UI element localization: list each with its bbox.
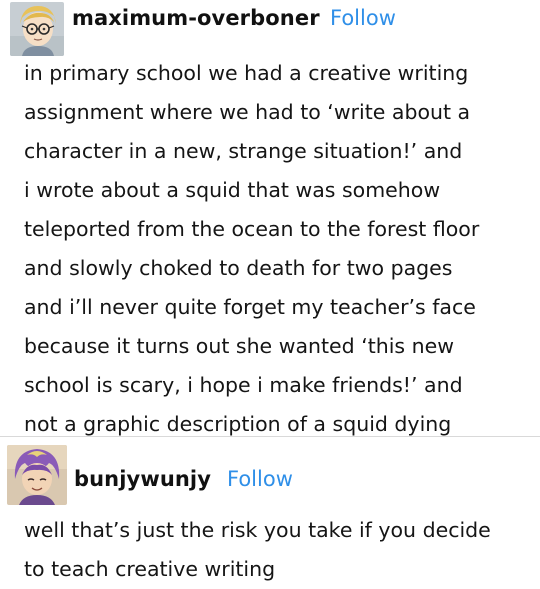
post-text-line: in primary school we had a creative writ…: [24, 61, 469, 85]
post-text-line: teleported from the ocean to the forest …: [24, 217, 480, 241]
post-text-line: because it turns out she wanted ‘this ne…: [24, 334, 454, 358]
follow-button[interactable]: Follow: [227, 467, 293, 491]
post-text-line: well that’s just the risk you take if yo…: [24, 518, 491, 542]
username-link[interactable]: maximum-overboner: [72, 6, 320, 30]
post-text-line: character in a new, strange situation!’ …: [24, 139, 463, 163]
post-text-line: and i’ll never quite forget my teacher’s…: [24, 295, 476, 319]
username-link[interactable]: bunjywunjy: [74, 467, 211, 491]
post-text-line: to teach creative writing: [24, 557, 276, 581]
post-text-line: and slowly choked to death for two pages: [24, 256, 453, 280]
cartoon-purple-hair-character-icon: [7, 445, 67, 505]
post-body: in primary school we had a creative writ…: [24, 54, 534, 444]
avatar-maximum-overboner[interactable]: [10, 2, 64, 56]
avatar-bunjywunjy[interactable]: [7, 445, 67, 505]
post-bunjywunjy: bunjywunjy Follow well that’s just the r…: [0, 437, 540, 583]
post-body: well that’s just the risk you take if yo…: [24, 511, 534, 589]
post-text-line: i wrote about a squid that was somehow: [24, 178, 441, 202]
follow-button[interactable]: Follow: [330, 6, 396, 30]
post-maximum-overboner: maximum-overboner Follow in primary scho…: [0, 0, 540, 436]
post-text-line: school is scary, i hope i make friends!’…: [24, 373, 463, 397]
post-text-line: assignment where we had to ‘write about …: [24, 100, 471, 124]
cartoon-boy-glasses-icon: [10, 2, 64, 56]
